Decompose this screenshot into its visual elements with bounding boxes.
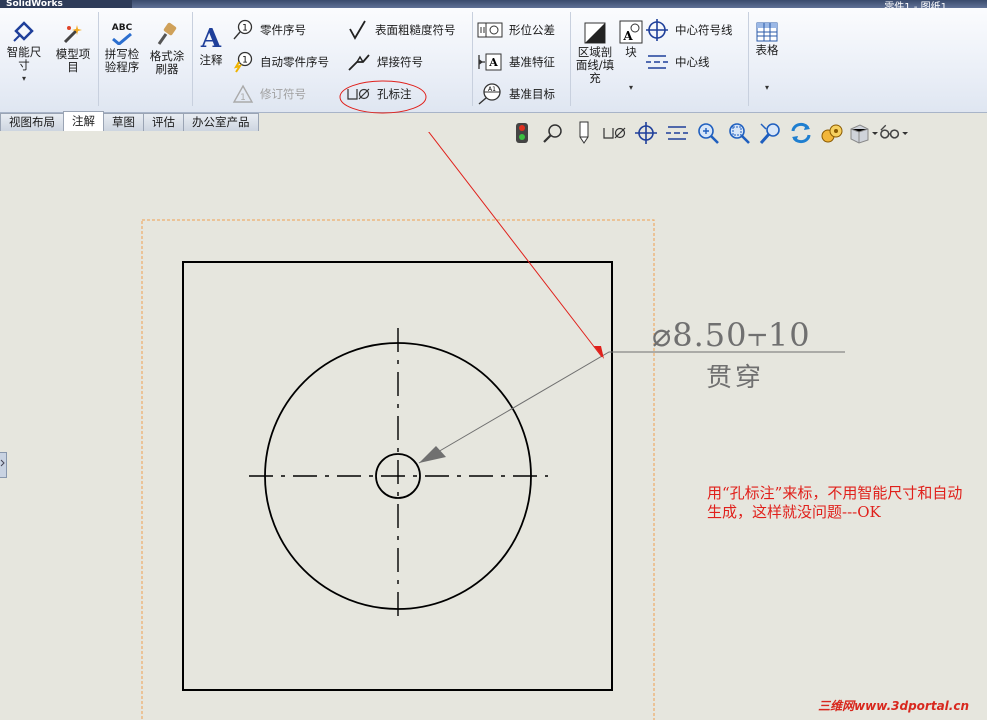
- table-icon: [756, 22, 778, 42]
- smart-dimension-label: 智能尺 寸: [6, 45, 42, 72]
- balloon-icon: 1: [233, 19, 253, 40]
- area-hatch-label: 区域剖 面线/填 充: [575, 45, 615, 85]
- datum-target-label: 基准目标: [509, 87, 555, 101]
- ribbon-separator: [748, 12, 749, 106]
- datum-feature-icon: A: [478, 53, 502, 71]
- command-manager-tabs: 视图布局 注解 草图 评估 办公室产品: [0, 111, 259, 132]
- model-items-label: 模型项 目: [55, 47, 91, 74]
- hole-callout-diameter-depth[interactable]: ⌀8.50⫟10: [652, 316, 811, 355]
- tab-sketch[interactable]: 草图: [103, 113, 144, 131]
- app-logo: SolidWorks: [0, 0, 132, 8]
- svg-text:A1: A1: [488, 86, 496, 93]
- svg-text:A: A: [622, 29, 633, 43]
- centerline-icon: [646, 55, 668, 69]
- ribbon-separator: [472, 12, 473, 106]
- hole-callout-leader[interactable]: [418, 351, 845, 464]
- center-mark-label: 中心符号线: [675, 23, 733, 37]
- datum-feature-button[interactable]: A 基准特征: [477, 51, 555, 73]
- ribbon-separator: [192, 12, 193, 106]
- smart-dimension-icon: [13, 21, 34, 42]
- note-label: 注释: [199, 53, 223, 67]
- note-letter-a-icon: A: [200, 24, 222, 54]
- smart-dimension-button[interactable]: 智能尺 寸 ▾: [4, 18, 44, 85]
- spell-checker-button[interactable]: ABC 拼写检 验程序: [101, 24, 143, 74]
- block-button[interactable]: A 块: [618, 20, 644, 59]
- area-hatch-icon: [584, 22, 606, 44]
- command-manager-ribbon: 智能尺 寸 ▾ 模型项 目 ABC 拼写检 验程序 格式涂 刷器 A 注释 1 …: [0, 8, 987, 113]
- datum-target-icon: A1: [478, 83, 501, 105]
- smart-dimension-dropdown-icon[interactable]: ▾: [4, 72, 44, 85]
- surface-finish-label: 表面粗糙度符号: [375, 23, 456, 37]
- table-dropdown-icon[interactable]: ▾: [751, 81, 783, 94]
- red-explanatory-note: 用“孔标注”来标，不用智能尺寸和自动生成，这样就没问题---OK: [707, 484, 963, 521]
- surface-finish-icon: [349, 20, 366, 40]
- model-items-button[interactable]: 模型项 目: [52, 22, 94, 74]
- datum-feature-label: 基准特征: [509, 55, 555, 69]
- sidebar-expand-handle[interactable]: [0, 452, 7, 478]
- weld-symbol-button[interactable]: 焊接符号: [347, 51, 423, 73]
- format-painter-label: 格式涂 刷器: [149, 49, 185, 76]
- format-painter-button[interactable]: 格式涂 刷器: [147, 22, 187, 76]
- title-bar: SolidWorks 零件1 - 图纸1: [0, 0, 987, 8]
- red-pointer-line: [428, 132, 603, 358]
- tab-view-layout[interactable]: 视图布局: [0, 113, 64, 131]
- weld-symbol-label: 焊接符号: [377, 55, 423, 69]
- datum-target-button[interactable]: A1 基准目标: [477, 83, 555, 105]
- svg-text:1: 1: [242, 56, 248, 66]
- auto-balloon-icon: 1: [233, 51, 253, 73]
- watermark: 三维网www.3dportal.cn: [818, 699, 969, 713]
- paintbrush-icon: [157, 22, 177, 45]
- table-label: 表格: [755, 43, 779, 57]
- geometric-tolerance-button[interactable]: 形位公差: [477, 19, 555, 41]
- svg-text:1: 1: [240, 93, 246, 103]
- geometric-tolerance-icon: [477, 22, 503, 38]
- svg-text:A: A: [488, 56, 498, 69]
- highlight-ellipse: [339, 80, 427, 114]
- svg-text:1: 1: [242, 24, 248, 34]
- block-label: 块: [625, 45, 637, 59]
- geometric-tolerance-label: 形位公差: [509, 23, 555, 37]
- table-button[interactable]: 表格 ▾: [751, 22, 783, 94]
- revision-symbol-button[interactable]: 1 修订符号: [232, 83, 306, 105]
- model-items-icon: [63, 25, 82, 44]
- tab-office-products[interactable]: 办公室产品: [183, 113, 259, 131]
- chevron-right-icon: [0, 459, 5, 467]
- balloon-label: 零件序号: [260, 23, 306, 37]
- spell-checker-icon: ABC: [108, 24, 136, 46]
- ribbon-separator: [98, 12, 99, 106]
- auto-balloon-button[interactable]: 1 自动零件序号: [232, 51, 329, 73]
- weld-symbol-icon: [348, 54, 370, 71]
- ribbon-separator: [570, 12, 571, 106]
- area-hatch-button[interactable]: 区域剖 面线/填 充 ▾: [573, 22, 633, 94]
- balloon-button[interactable]: 1 零件序号: [232, 19, 306, 41]
- center-mark-button[interactable]: 中心符号线: [645, 19, 733, 41]
- auto-balloon-label: 自动零件序号: [260, 55, 329, 69]
- centerline-label: 中心线: [675, 55, 710, 69]
- tab-annotation[interactable]: 注解: [63, 111, 104, 131]
- spell-checker-icon-text: ABC: [111, 23, 133, 33]
- hole-callout-through-text[interactable]: 贯穿: [706, 357, 764, 394]
- centerline-button[interactable]: 中心线: [645, 51, 710, 73]
- block-icon: A: [619, 20, 643, 44]
- drawing-view: [141, 132, 845, 720]
- document-title: 零件1 - 图纸1: [884, 2, 947, 8]
- spell-checker-label: 拼写检 验程序: [104, 47, 140, 74]
- note-button[interactable]: A 注释: [195, 26, 227, 67]
- center-mark-icon: [646, 19, 668, 41]
- revision-symbol-label: 修订符号: [260, 87, 306, 101]
- tab-evaluate[interactable]: 评估: [143, 113, 184, 131]
- surface-finish-button[interactable]: 表面粗糙度符号: [347, 19, 456, 41]
- leader-arrowhead: [419, 446, 446, 463]
- revision-triangle-icon: 1: [232, 84, 254, 103]
